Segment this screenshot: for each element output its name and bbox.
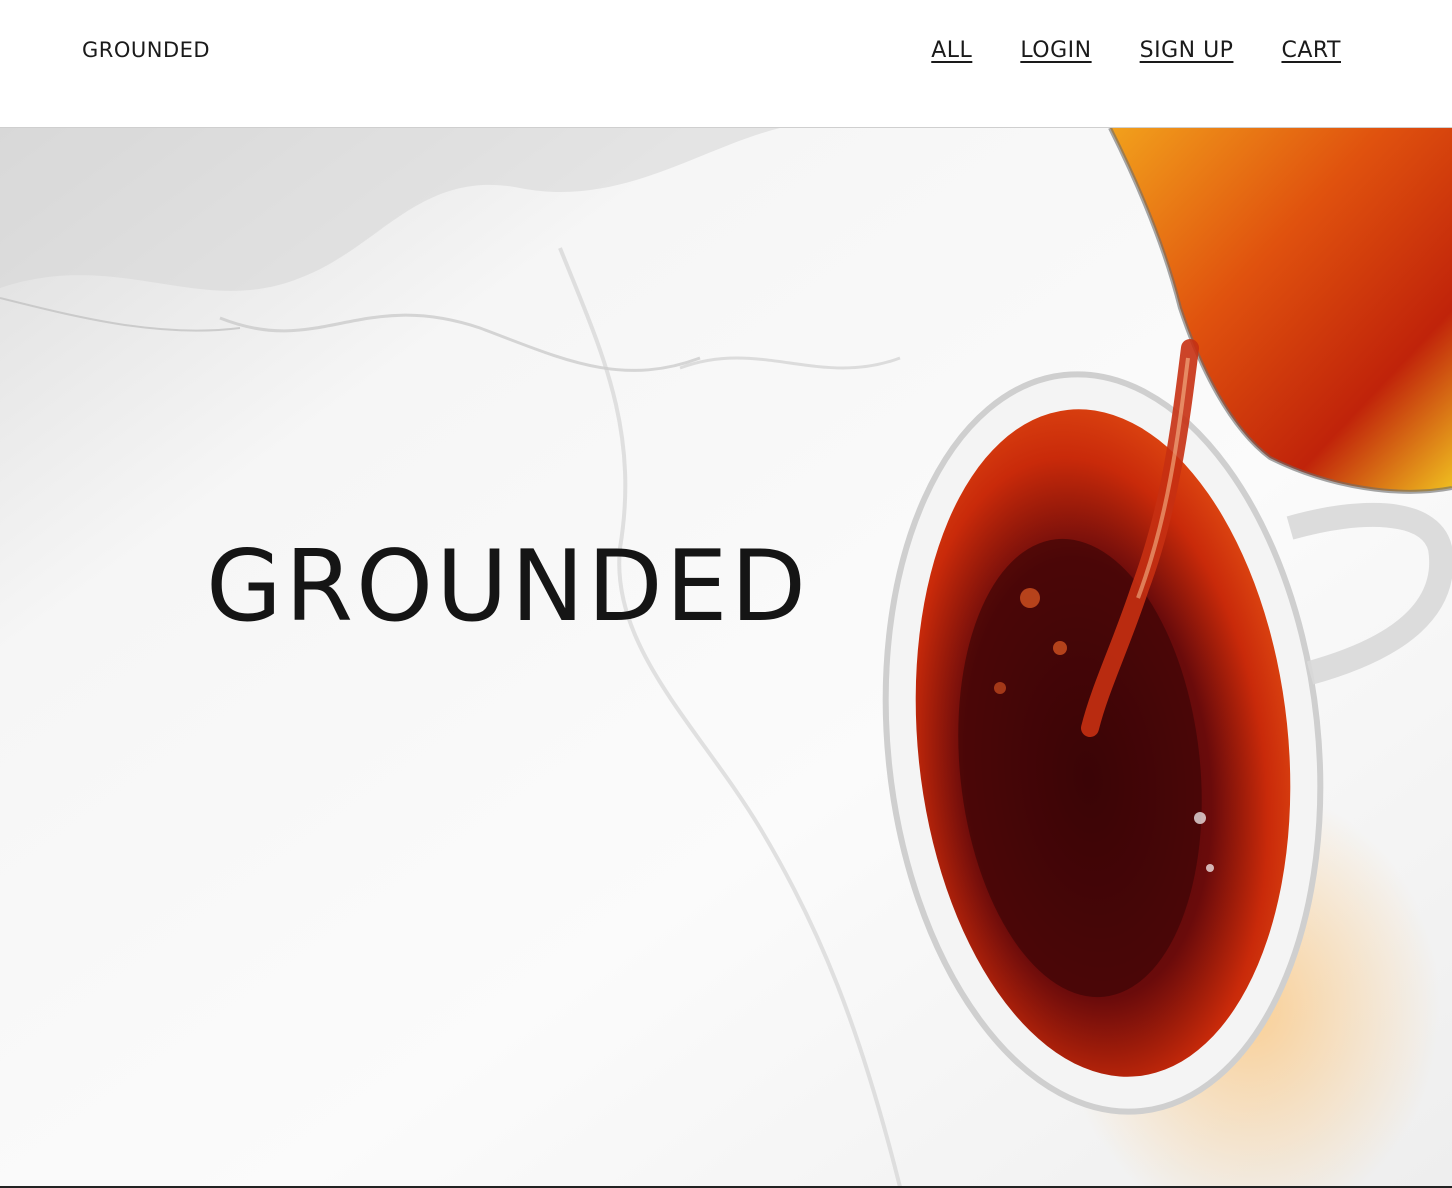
- nav-link-login[interactable]: LOGIN: [1020, 38, 1091, 63]
- brand-logo-text[interactable]: GROUNDED: [82, 38, 210, 62]
- tea-pour-hero-image: [0, 128, 1452, 1187]
- nav-link-cart[interactable]: CART: [1281, 38, 1341, 63]
- hero-section: GROUNDED: [0, 128, 1452, 1187]
- nav-link-sign-up[interactable]: SIGN UP: [1140, 38, 1234, 63]
- nav-link-all[interactable]: ALL: [931, 38, 972, 63]
- hero-title: GROUNDED: [206, 530, 810, 644]
- main-nav: ALL LOGIN SIGN UP CART: [931, 38, 1341, 63]
- site-header: GROUNDED ALL LOGIN SIGN UP CART: [0, 0, 1452, 128]
